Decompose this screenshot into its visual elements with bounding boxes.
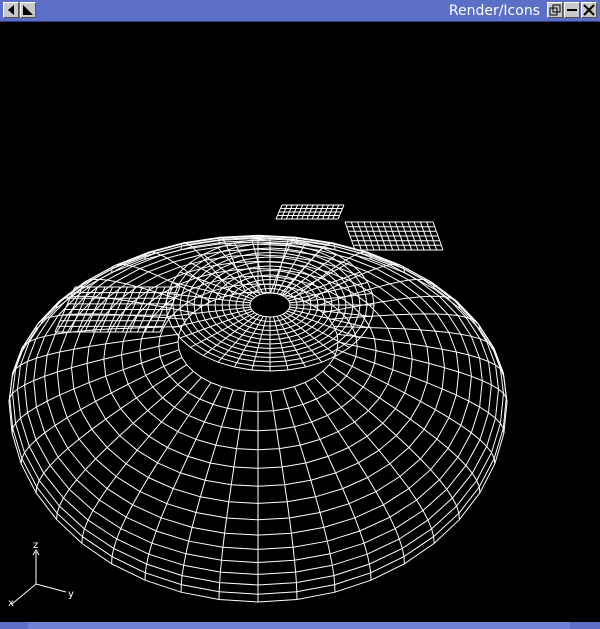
restore-icon	[549, 4, 561, 16]
close-button[interactable]	[581, 2, 597, 18]
cavity-spoke	[276, 316, 307, 368]
mesh-meridian	[336, 349, 505, 434]
mesh-meridian	[322, 371, 460, 520]
minimize-icon	[567, 9, 577, 11]
minimize-button[interactable]	[564, 2, 580, 18]
wireframe-render: z y x	[8, 204, 508, 609]
mesh-meridian	[282, 389, 336, 593]
titlebar[interactable]: Render/Icons	[0, 0, 600, 22]
mesh-meridian	[81, 377, 202, 544]
axis-triad: z y x	[8, 540, 74, 609]
shade-button[interactable]	[20, 2, 36, 18]
window-title: Render/Icons	[448, 3, 540, 19]
axis-y-label: y	[68, 589, 74, 600]
mesh-meridian	[111, 382, 212, 564]
mesh-meridian	[56, 371, 194, 520]
window-menu-icon	[8, 5, 14, 15]
mesh-meridian	[314, 377, 435, 544]
mesh-meridian	[11, 349, 180, 434]
shade-icon	[23, 5, 33, 15]
mesh-meridian	[180, 389, 234, 593]
render-window: Render/Icons z y x	[0, 0, 600, 629]
window-menu-button[interactable]	[3, 2, 19, 18]
render-viewport[interactable]: z y x	[0, 22, 600, 622]
axis-z-label: z	[33, 540, 38, 551]
axis-x-label: x	[8, 598, 14, 609]
mesh-meridian	[20, 326, 182, 353]
close-icon	[583, 4, 595, 16]
cavity-ring	[249, 292, 291, 318]
scrollbar-thumb[interactable]	[28, 622, 570, 629]
restore-button[interactable]	[547, 2, 563, 18]
mesh-meridian	[293, 386, 372, 581]
bottom-scrollbar[interactable]	[0, 622, 600, 629]
mesh-meridian	[144, 386, 223, 581]
cavity-spoke	[233, 316, 264, 368]
mesh-meridian	[304, 382, 405, 564]
